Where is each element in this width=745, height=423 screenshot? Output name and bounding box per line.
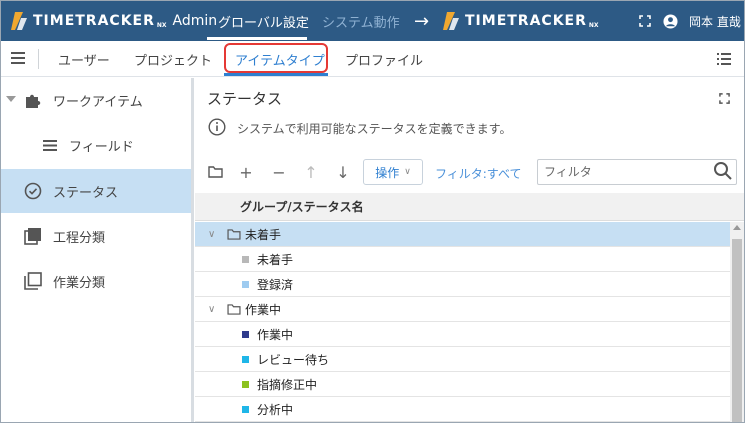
logo-mark-icon xyxy=(11,12,27,30)
user-account-icon[interactable] xyxy=(663,1,678,41)
tab-selected-underline xyxy=(224,73,328,76)
status-name: レビュー待ち xyxy=(257,352,330,367)
operations-label: 操作 xyxy=(375,165,400,180)
nav-global-settings[interactable]: グローバル設定 xyxy=(218,1,309,41)
tab-highlight-box xyxy=(224,43,328,73)
fullscreen-icon[interactable] xyxy=(639,1,651,41)
tab-divider xyxy=(38,49,39,69)
expand-panel-icon[interactable] xyxy=(719,93,730,107)
group-name: 作業中 xyxy=(245,302,282,317)
operations-dropdown[interactable]: 操作 ∨ xyxy=(363,159,423,185)
check-circle-icon xyxy=(24,182,42,200)
chevron-down-icon[interactable]: ∨ xyxy=(208,304,215,315)
sidebar-item-label: 作業分類 xyxy=(53,275,106,291)
group-row[interactable]: ∨ 作業中 xyxy=(195,297,730,322)
status-name: 未着手 xyxy=(257,252,294,267)
status-color-swatch xyxy=(242,405,249,413)
tab-projects[interactable]: プロジェクト xyxy=(134,41,212,77)
user-name[interactable]: 岡本 直哉 xyxy=(689,1,741,41)
column-header[interactable]: グループ/ステータス名 xyxy=(195,193,744,221)
tab-users[interactable]: ユーザー xyxy=(58,41,110,77)
sidebar-item-work-items[interactable]: ワークアイテム xyxy=(1,78,191,122)
group-row[interactable]: ∨ 未着手 xyxy=(195,222,730,247)
puzzle-icon xyxy=(26,94,41,108)
tab-bar: ユーザー プロジェクト アイテムタイプ プロファイル xyxy=(1,41,744,77)
status-color-swatch xyxy=(242,355,249,363)
scrollbar-thumb[interactable] xyxy=(732,239,742,422)
status-row[interactable]: レビュー待ち xyxy=(195,347,730,372)
status-row[interactable]: 分析中 xyxy=(195,397,730,422)
nav-active-indicator xyxy=(207,37,307,40)
status-name: 分析中 xyxy=(257,402,294,417)
filter-all-link[interactable]: フィルタ:すべて xyxy=(435,165,521,182)
filter-input[interactable] xyxy=(537,159,737,185)
sidebar-item-label: 工程分類 xyxy=(53,230,106,246)
stack-outline-icon xyxy=(24,272,42,290)
logo-text: TIMETRACKER xyxy=(33,13,155,29)
sidebar: ワークアイテム フィールド ステータス 工程分類 作業分類 xyxy=(1,78,191,422)
scroll-up-arrow-icon[interactable] xyxy=(733,225,741,230)
new-group-folder-icon[interactable] xyxy=(206,159,224,185)
group-name: 未着手 xyxy=(245,227,282,242)
stack-filled-icon xyxy=(24,228,41,245)
status-color-swatch xyxy=(242,380,249,388)
sidebar-item-label: フィールド xyxy=(69,139,134,155)
move-up-icon[interactable]: ↑ xyxy=(302,159,320,185)
info-icon xyxy=(208,118,226,139)
sidebar-item-label: ステータス xyxy=(53,185,119,201)
tab-profiles[interactable]: プロファイル xyxy=(345,41,423,77)
status-name: 指摘修正中 xyxy=(257,377,318,392)
status-row[interactable]: 作業中 xyxy=(195,322,730,347)
list-icon xyxy=(43,140,57,151)
list-view-icon[interactable] xyxy=(717,53,731,68)
logo-suffix: NX xyxy=(156,21,167,29)
status-row[interactable]: 指摘修正中 xyxy=(195,372,730,397)
sidebar-divider xyxy=(191,78,194,422)
nav-system-behavior[interactable]: システム動作 xyxy=(322,1,400,41)
status-color-swatch xyxy=(242,280,249,288)
status-color-swatch xyxy=(242,330,249,338)
status-name: 作業中 xyxy=(257,327,294,342)
sidebar-item-process-categories[interactable]: 工程分類 xyxy=(1,214,191,258)
top-header: TIMETRACKER NX Admin グローバル設定 システム動作 → TI… xyxy=(1,1,744,41)
chevron-down-icon: ∨ xyxy=(404,167,411,177)
status-row[interactable]: 登録済 xyxy=(195,272,730,297)
move-down-icon[interactable]: ↓ xyxy=(334,159,352,185)
folder-icon xyxy=(227,303,241,315)
logo-suffix: NX xyxy=(588,21,599,29)
sidebar-item-status[interactable]: ステータス xyxy=(1,169,191,213)
page-description: システムで利用可能なステータスを定義できます。 xyxy=(237,122,512,136)
add-icon[interactable]: + xyxy=(237,159,255,185)
status-name: 登録済 xyxy=(257,277,294,292)
timetracker-home-link[interactable]: TIMETRACKER NX xyxy=(441,1,599,41)
hamburger-menu-icon[interactable] xyxy=(11,52,25,67)
logo-mark-icon xyxy=(443,12,459,30)
app-window: TIMETRACKER NX Admin グローバル設定 システム動作 → TI… xyxy=(0,0,745,423)
collapse-caret-icon[interactable] xyxy=(6,96,16,102)
timetracker-admin-logo[interactable]: TIMETRACKER NX Admin xyxy=(9,1,217,41)
sidebar-item-work-categories[interactable]: 作業分類 xyxy=(1,259,191,303)
page-title: ステータス xyxy=(207,90,283,108)
search-icon[interactable] xyxy=(713,161,733,184)
status-row[interactable]: 未着手 xyxy=(195,247,730,272)
column-header-label: グループ/ステータス名 xyxy=(240,200,364,214)
sidebar-item-fields[interactable]: フィールド xyxy=(1,123,191,167)
arrow-right-icon: → xyxy=(414,11,430,32)
remove-icon[interactable]: − xyxy=(270,159,288,185)
status-color-swatch xyxy=(242,255,249,263)
sidebar-item-label: ワークアイテム xyxy=(53,94,143,110)
admin-label: Admin xyxy=(172,13,218,29)
chevron-down-icon[interactable]: ∨ xyxy=(208,229,215,240)
logo-text: TIMETRACKER xyxy=(465,13,587,29)
folder-icon xyxy=(227,228,241,240)
